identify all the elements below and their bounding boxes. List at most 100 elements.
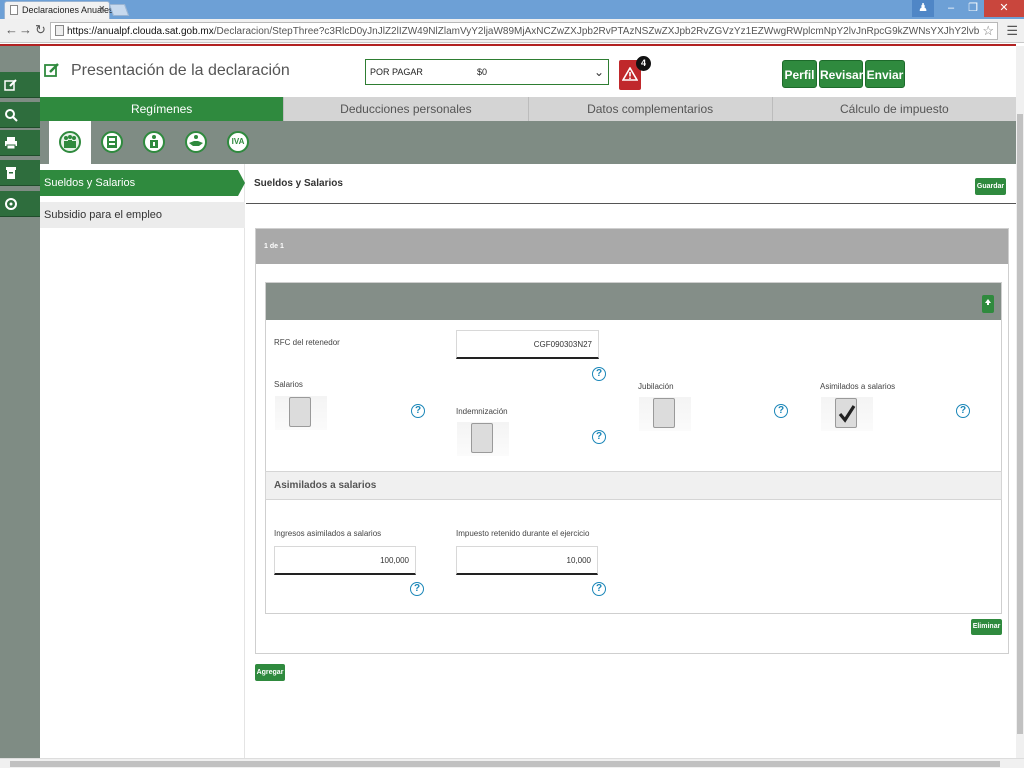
- alert-count-badge: 4: [636, 56, 651, 71]
- tab-datos-complementarios[interactable]: Datos complementarios: [528, 97, 773, 121]
- archive-icon: [6, 167, 16, 179]
- help-icon[interactable]: ?: [956, 404, 970, 418]
- close-window-button[interactable]: ✕: [984, 0, 1024, 17]
- help-icon[interactable]: ?: [592, 430, 606, 444]
- user-icon[interactable]: ♟: [912, 0, 934, 17]
- salarios-checkbox[interactable]: [289, 397, 311, 427]
- tab-regimenes[interactable]: Regímenes: [40, 97, 285, 121]
- briefcase-person-icon: [150, 135, 158, 148]
- search-rail-button[interactable]: [0, 102, 40, 128]
- tab-calculo-impuesto[interactable]: Cálculo de impuesto: [772, 97, 1016, 121]
- regimen-icon-strip: IVA: [40, 121, 1016, 164]
- chevron-down-icon: ⌄: [593, 65, 604, 79]
- dividendos-regimen-badge: [185, 131, 207, 153]
- sidebar-item-subsidio-empleo[interactable]: Subsidio para el empleo: [40, 202, 245, 228]
- tab-deducciones-personales[interactable]: Deducciones personales: [284, 97, 529, 121]
- print-icon: [5, 137, 17, 150]
- window-controls: ♟ – ❐ ✕: [912, 0, 1024, 17]
- forward-arrow-icon[interactable]: →: [19, 22, 32, 37]
- close-tab-icon[interactable]: ×: [99, 3, 105, 15]
- salarios-regimen-icon[interactable]: [49, 121, 91, 164]
- revisar-button[interactable]: Revisar: [819, 60, 863, 88]
- asimilados-section-header: Asimilados a salarios: [265, 471, 1002, 500]
- payment-amount-value: $0: [477, 67, 488, 77]
- sidebar: Sueldos y Salarios Subsidio para el empl…: [40, 164, 245, 758]
- salarios-regimen-badge: [59, 131, 81, 153]
- vertical-scrollbar[interactable]: [1016, 46, 1024, 760]
- arrendamiento-regimen-icon[interactable]: [91, 121, 133, 164]
- building-icon: [107, 136, 117, 148]
- indemnizacion-label: Indemnización: [456, 407, 508, 416]
- edit-icon: [4, 79, 17, 91]
- impuesto-label: Impuesto retenido durante el ejercicio: [456, 529, 590, 538]
- honorarios-regimen-badge: [143, 131, 165, 153]
- records-panel-header: 1 de 1: [256, 229, 1008, 264]
- archive-rail-button[interactable]: [0, 160, 40, 186]
- asimilados-checkbox[interactable]: [835, 398, 857, 428]
- bookmark-star-icon[interactable]: ☆: [982, 23, 994, 39]
- ingresos-input[interactable]: 100,000: [274, 546, 416, 575]
- main-tabs: Regímenes Deducciones personales Datos c…: [40, 97, 1016, 121]
- print-rail-button[interactable]: [0, 130, 40, 156]
- enviar-button[interactable]: Enviar: [865, 60, 905, 88]
- impuesto-input[interactable]: 10,000: [456, 546, 598, 575]
- jubilacion-checkbox[interactable]: [653, 398, 675, 428]
- handshake-icon: [189, 135, 203, 146]
- content-title: Sueldos y Salarios: [254, 178, 343, 189]
- dividendos-regimen-icon[interactable]: [175, 121, 217, 164]
- payment-status-select[interactable]: POR PAGAR $0 ⌄: [365, 59, 609, 85]
- content-divider: [246, 203, 1016, 204]
- sidebar-item-sueldos-salarios[interactable]: Sueldos y Salarios: [40, 170, 245, 196]
- section-title: Asimilados a salarios: [274, 480, 377, 491]
- back-arrow-icon[interactable]: ←: [5, 22, 18, 37]
- salarios-label: Salarios: [274, 380, 303, 389]
- payment-status-label: POR PAGAR: [370, 67, 423, 77]
- reload-icon[interactable]: ↻: [35, 22, 46, 38]
- iva-regimen-icon[interactable]: IVA: [217, 121, 259, 164]
- help-icon[interactable]: ?: [410, 582, 424, 596]
- address-bar[interactable]: https://anualpf.clouda.sat.gob.mx/Declar…: [50, 22, 998, 40]
- checkmark-icon: [838, 405, 856, 423]
- url-text: https://anualpf.clouda.sat.gob.mx/Declar…: [67, 26, 979, 37]
- page-info-icon: [55, 25, 64, 36]
- people-icon: [64, 135, 76, 148]
- vertical-scroll-thumb[interactable]: [1017, 114, 1023, 734]
- horizontal-scrollbar[interactable]: [0, 758, 1024, 768]
- minimize-button[interactable]: –: [940, 0, 962, 17]
- browser-title-bar: Declaraciones Anuales × ♟ – ❐ ✕: [0, 0, 1024, 19]
- help-icon[interactable]: ?: [774, 404, 788, 418]
- page-icon: [10, 5, 18, 15]
- jubilacion-label: Jubilación: [638, 382, 674, 391]
- lifebuoy-icon: [5, 198, 17, 210]
- arrendamiento-regimen-badge: [101, 131, 123, 153]
- agregar-button[interactable]: Agregar: [255, 664, 285, 681]
- indemnizacion-checkbox[interactable]: [471, 423, 493, 453]
- help-icon[interactable]: ?: [592, 367, 606, 381]
- left-rail: [0, 46, 40, 758]
- search-icon: [5, 109, 18, 122]
- eliminar-button[interactable]: Eliminar: [971, 619, 1002, 635]
- page-count: 1 de 1: [264, 243, 284, 250]
- horizontal-scroll-thumb[interactable]: [10, 761, 1000, 767]
- rfc-input[interactable]: CGF090303N27: [456, 330, 599, 359]
- edit-declaration-icon: [44, 63, 59, 77]
- guardar-button[interactable]: Guardar: [975, 178, 1006, 195]
- ingresos-label: Ingresos asimilados a salarios: [274, 529, 382, 538]
- arrow-up-icon: [985, 299, 991, 305]
- perfil-button[interactable]: Perfil: [782, 60, 817, 88]
- honorarios-regimen-icon[interactable]: [133, 121, 175, 164]
- edit-rail-button[interactable]: [0, 72, 40, 98]
- header-divider: [0, 44, 1016, 46]
- help-icon[interactable]: ?: [411, 404, 425, 418]
- new-tab-button[interactable]: [108, 4, 130, 16]
- asimilados-label: Asimilados a salarios: [820, 382, 896, 391]
- page-title: Presentación de la declaración: [71, 62, 290, 79]
- browser-tab[interactable]: Declaraciones Anuales ×: [4, 1, 114, 19]
- warning-icon: [622, 67, 638, 81]
- maximize-button[interactable]: ❐: [962, 0, 984, 17]
- collapse-button[interactable]: [982, 295, 994, 313]
- help-icon[interactable]: ?: [592, 582, 606, 596]
- help-rail-button[interactable]: [0, 191, 40, 217]
- iva-regimen-label: IVA: [227, 131, 249, 153]
- browser-menu-icon[interactable]: ☰: [1006, 23, 1018, 39]
